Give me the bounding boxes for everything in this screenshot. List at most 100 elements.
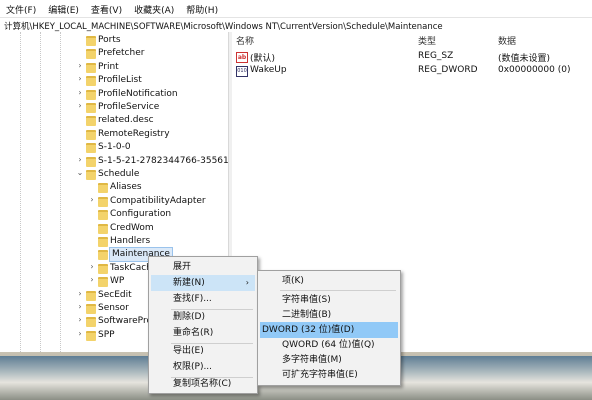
tree-item-label: Sensor bbox=[98, 303, 129, 313]
folder-icon bbox=[86, 330, 96, 341]
value-name: (默认) bbox=[250, 54, 276, 64]
address-bar[interactable]: 计算机\HKEY_LOCAL_MACHINE\SOFTWARE\Microsof… bbox=[0, 17, 592, 33]
submenu-item-multi-string-value[interactable]: 多字符串值(M) bbox=[260, 352, 398, 368]
folder-icon bbox=[86, 170, 96, 180]
folder-icon bbox=[98, 237, 108, 247]
tree-item[interactable]: › S-1-5-21-2782344766-355612 bbox=[0, 155, 228, 168]
folder-icon bbox=[86, 317, 96, 328]
chevron-right-icon[interactable]: › bbox=[76, 289, 84, 298]
tree-item[interactable]: Aliases bbox=[0, 181, 228, 194]
folder-icon bbox=[86, 143, 96, 154]
menu-favorites[interactable]: 收藏夹(A) bbox=[128, 0, 180, 16]
tree-item[interactable]: related.desc bbox=[0, 114, 228, 127]
folder-icon bbox=[86, 62, 96, 73]
tree-item-label: SoftwareProt bbox=[98, 316, 156, 327]
menu-item-delete[interactable]: 删除(D) bbox=[151, 309, 255, 325]
menu-file[interactable]: 文件(F) bbox=[0, 0, 42, 16]
submenu-item-binary-value[interactable]: 二进制值(B) bbox=[260, 307, 398, 323]
folder-icon bbox=[98, 223, 108, 234]
submenu-item-dword-value[interactable]: DWORD (32 位)值(D) bbox=[260, 322, 398, 338]
chevron-right-icon[interactable]: › bbox=[76, 74, 84, 83]
chevron-right-icon[interactable]: › bbox=[76, 329, 84, 338]
tree-item-label: Print bbox=[98, 61, 119, 72]
tree-item[interactable]: › Print bbox=[0, 61, 228, 74]
folder-icon bbox=[98, 277, 108, 288]
menu-item-rename[interactable]: 重命名(R) bbox=[151, 325, 255, 341]
folder-icon bbox=[86, 156, 96, 167]
submenu-item-qword-value[interactable]: QWORD (64 位)值(Q) bbox=[260, 337, 398, 353]
value-name: WakeUp bbox=[250, 65, 287, 75]
submenu-item-expandable-string-value[interactable]: 可扩充字符串值(E) bbox=[260, 367, 398, 383]
value-type: REG_DWORD bbox=[418, 65, 478, 75]
tree-item[interactable]: › ProfileNotification bbox=[0, 88, 228, 101]
tree-item[interactable]: Prefetcher bbox=[0, 47, 228, 60]
menu-edit[interactable]: 编辑(E) bbox=[42, 0, 85, 16]
column-type-header[interactable]: 类型 bbox=[418, 34, 436, 47]
tree-item[interactable]: Ports bbox=[0, 34, 228, 47]
chevron-right-icon[interactable]: › bbox=[88, 275, 96, 284]
tree-item-label: RemoteRegistry bbox=[98, 128, 170, 139]
chevron-right-icon[interactable]: › bbox=[76, 155, 84, 164]
context-menu: 展开 新建(N) › 查找(F)... 删除(D) 重命名(R) 导出(E) 权限… bbox=[148, 256, 258, 394]
folder-icon bbox=[98, 183, 108, 194]
tree-item-label: S-1-0-0 bbox=[98, 142, 131, 153]
submenu-item-key[interactable]: 项(K) bbox=[260, 273, 398, 289]
menu-view[interactable]: 查看(V) bbox=[85, 0, 128, 16]
tree-item-label: SPP bbox=[98, 329, 115, 340]
folder-icon bbox=[86, 304, 96, 314]
tree-item-label: CredWom bbox=[110, 222, 154, 233]
chevron-right-icon[interactable]: › bbox=[76, 302, 84, 311]
tree-item-label: Handlers bbox=[110, 236, 151, 246]
folder-icon bbox=[86, 116, 96, 127]
menu-item-new[interactable]: 新建(N) › bbox=[151, 275, 255, 291]
submenu-item-string-value[interactable]: 字符串值(S) bbox=[260, 292, 398, 308]
chevron-right-icon[interactable]: › bbox=[76, 88, 84, 97]
value-row[interactable]: ab (默认) REG_SZ (数值未设置) bbox=[232, 50, 592, 64]
tree-item-label: Configuration bbox=[110, 209, 172, 220]
menu-item-export[interactable]: 导出(E) bbox=[151, 343, 255, 359]
tree-item[interactable]: CredWom bbox=[0, 222, 228, 235]
folder-icon bbox=[86, 89, 96, 100]
tree-item[interactable]: › ProfileService bbox=[0, 101, 228, 114]
menu-item-copy-key-name[interactable]: 复制项名称(C) bbox=[151, 376, 255, 392]
folder-icon bbox=[98, 250, 108, 261]
tree-item-label: related.desc bbox=[98, 115, 154, 126]
value-row[interactable]: 010 WakeUp REG_DWORD 0x00000000 (0) bbox=[232, 64, 592, 78]
value-data: 0x00000000 (0) bbox=[498, 65, 571, 75]
chevron-down-icon[interactable]: ⌄ bbox=[76, 168, 84, 177]
tree-item-label: ProfileList bbox=[98, 75, 142, 86]
value-type: REG_SZ bbox=[418, 51, 454, 61]
tree-item[interactable]: Handlers bbox=[0, 235, 228, 248]
chevron-right-icon[interactable]: › bbox=[88, 195, 96, 204]
tree-item[interactable]: › ProfileList bbox=[0, 74, 228, 87]
tree-item[interactable]: S-1-0-0 bbox=[0, 141, 228, 154]
tree-item-label: WP bbox=[110, 276, 125, 287]
address-path: 计算机\HKEY_LOCAL_MACHINE\SOFTWARE\Microsof… bbox=[4, 22, 443, 32]
menu-item-permissions[interactable]: 权限(P)... bbox=[151, 359, 255, 375]
tree-item[interactable]: RemoteRegistry bbox=[0, 128, 228, 141]
column-data-header[interactable]: 数据 bbox=[498, 34, 516, 47]
folder-icon bbox=[98, 210, 108, 221]
menubar: 文件(F) 编辑(E) 查看(V) 收藏夹(A) 帮助(H) bbox=[0, 0, 592, 16]
chevron-right-icon[interactable]: › bbox=[88, 262, 96, 271]
tree-item-label: Aliases bbox=[110, 182, 142, 193]
binary-value-icon: 010 bbox=[236, 66, 248, 77]
tree-item-label: CompatibilityAdapter bbox=[110, 195, 206, 206]
tree-item[interactable]: ⌄ Schedule bbox=[0, 168, 228, 181]
menu-item-find[interactable]: 查找(F)... bbox=[151, 291, 255, 307]
menu-item-expand[interactable]: 展开 bbox=[151, 259, 255, 275]
menu-separator bbox=[280, 290, 396, 291]
string-value-icon: ab bbox=[236, 52, 248, 63]
new-submenu: 项(K) 字符串值(S) 二进制值(B) DWORD (32 位)值(D) QW… bbox=[257, 270, 401, 386]
column-name-header[interactable]: 名称 bbox=[236, 34, 254, 47]
tree-item[interactable]: › CompatibilityAdapter bbox=[0, 195, 228, 208]
chevron-right-icon[interactable]: › bbox=[76, 101, 84, 110]
tree-item[interactable]: Configuration bbox=[0, 208, 228, 221]
tree-item-label: ProfileService bbox=[98, 102, 160, 112]
tree-item-label: Prefetcher bbox=[98, 48, 145, 59]
menu-help[interactable]: 帮助(H) bbox=[180, 0, 224, 16]
folder-icon bbox=[86, 49, 96, 60]
chevron-right-icon[interactable]: › bbox=[76, 315, 84, 324]
chevron-right-icon[interactable]: › bbox=[76, 61, 84, 70]
folder-icon bbox=[86, 290, 96, 301]
